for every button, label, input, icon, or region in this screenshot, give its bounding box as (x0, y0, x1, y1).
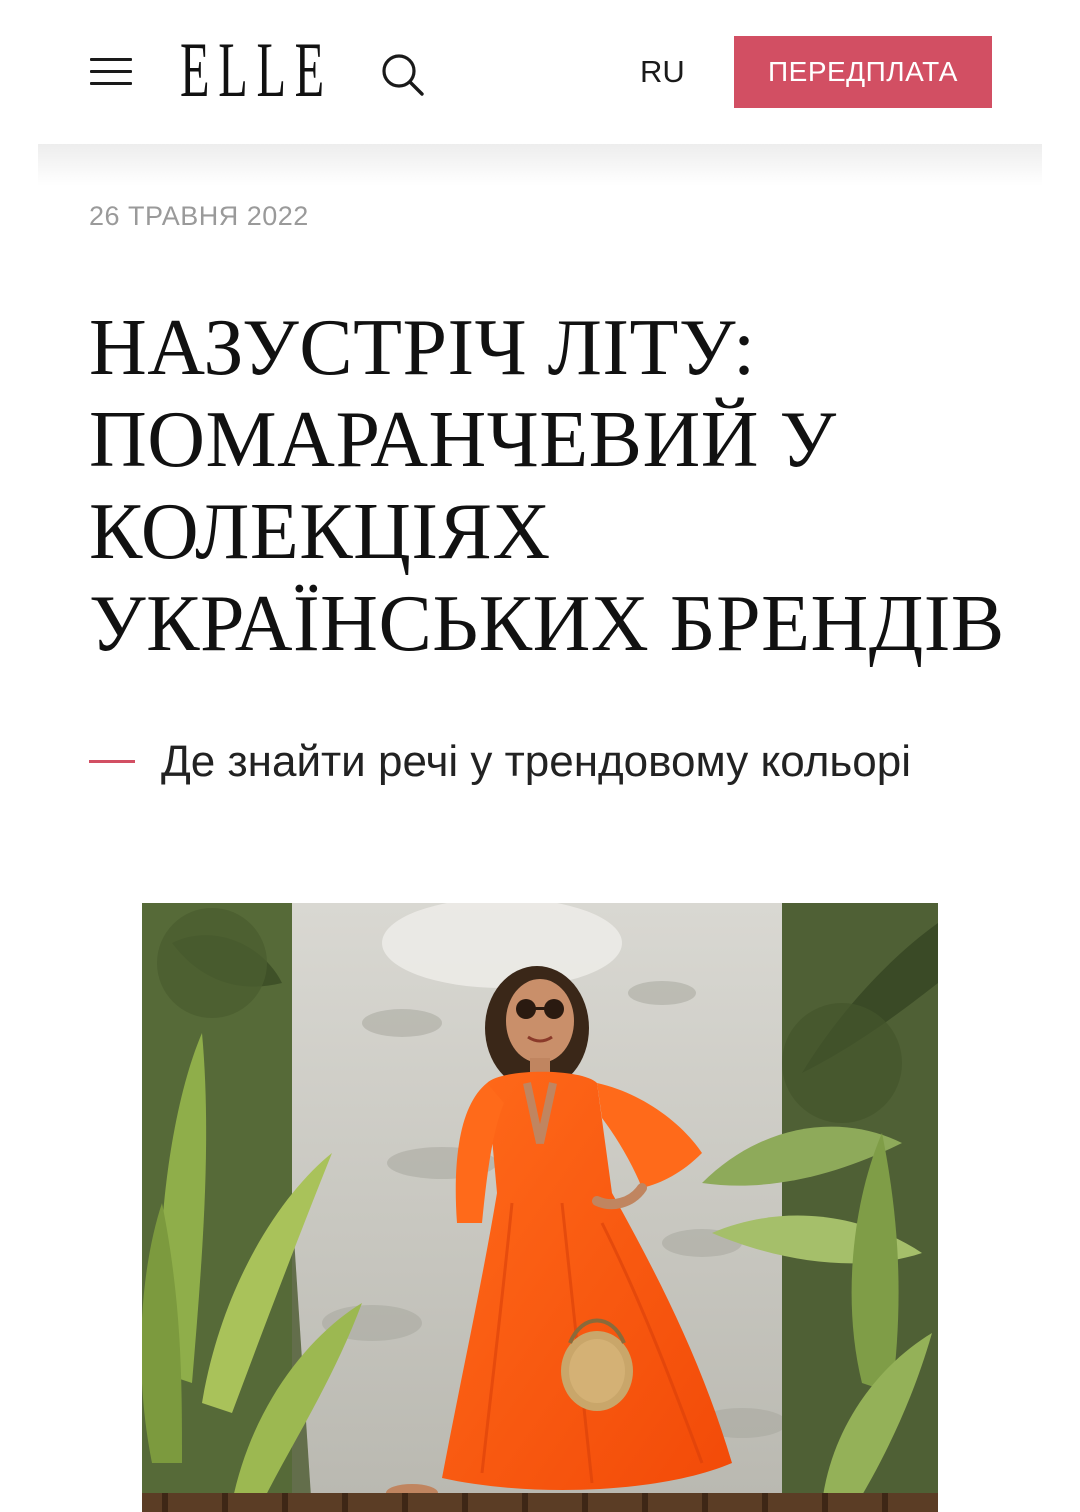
elle-logo[interactable]: ELLE (180, 28, 333, 112)
article-title-line: НАЗУСТРІЧ ЛІТУ: (89, 304, 756, 392)
article-lead: Де знайти речі у трендовому кольорі (89, 728, 1009, 796)
lead-dash-decoration (89, 759, 135, 763)
header-shadow (38, 144, 1042, 186)
hamburger-menu-icon[interactable] (90, 54, 132, 88)
article-title-line: КОЛЕКЦІЯХ (89, 488, 551, 576)
article-date: 26 ТРАВНЯ 2022 (89, 201, 309, 231)
search-icon[interactable] (378, 50, 428, 100)
article-title-line: ПОМАРАНЧЕВИЙ У (89, 396, 837, 484)
site-header: ELLE RU ПЕРЕДПЛАТА (0, 0, 1080, 144)
article-lead-text: Де знайти речі у трендовому кольорі (161, 737, 912, 786)
article-title-line: УКРАЇНСЬКИХ БРЕНДІВ (89, 580, 1005, 668)
language-switch[interactable]: RU (640, 52, 685, 92)
hero-photo (142, 903, 938, 1512)
subscribe-button[interactable]: ПЕРЕДПЛАТА (734, 36, 992, 108)
article-title: НАЗУСТРІЧ ЛІТУ: ПОМАРАНЧЕВИЙ У КОЛЕКЦІЯХ… (89, 302, 1029, 670)
